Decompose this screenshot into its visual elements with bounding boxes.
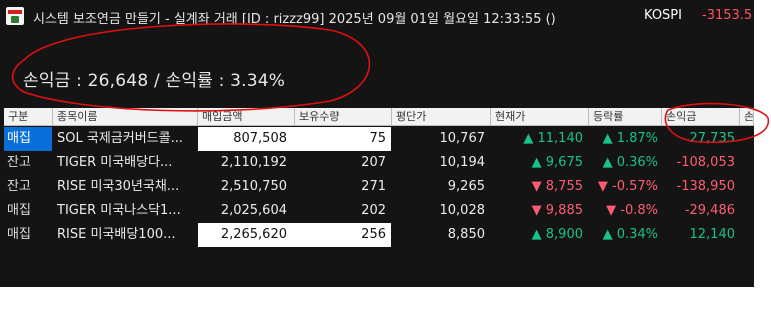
cell-name[interactable]: RISE 미국30년국채... xyxy=(53,175,198,199)
cell-avg-price[interactable]: 8,850 xyxy=(392,223,490,247)
window-title: 시스템 보조연금 만들기 - 실계좌 거래 [ID : rizzz99] 202… xyxy=(33,12,556,27)
header-type[interactable]: 구분 xyxy=(4,108,53,126)
cell-pnl[interactable]: -138,950 xyxy=(662,175,739,199)
profit-summary: 손익금 : 26,648 / 손익률 : 3.34% xyxy=(23,71,286,91)
table-row[interactable]: 잔고 TIGER 미국배당다... 2,110,192 207 10,194 ▲ 9,67… xyxy=(4,151,754,175)
app-icon xyxy=(6,7,24,25)
cell-quantity[interactable]: 256 xyxy=(295,223,391,247)
table-row[interactable]: 잔고 RISE 미국30년국채... 2,510,750 271 9,265 ▼ 8,75… xyxy=(4,175,754,199)
cell-quantity[interactable]: 75 xyxy=(295,127,391,151)
cell-current-price[interactable]: ▼ 8,755 xyxy=(491,175,588,199)
app-window: 시스템 보조연금 만들기 - 실계좌 거래 [ID : rizzz99] 202… xyxy=(0,0,754,287)
cell-type[interactable]: 매집 xyxy=(4,199,52,223)
header-name[interactable]: 종목이름 xyxy=(53,108,198,126)
cell-name[interactable]: TIGER 미국배당다... xyxy=(53,151,198,175)
cell-pnl[interactable]: 27,735 xyxy=(662,127,739,151)
cell-avg-price[interactable]: 9,265 xyxy=(392,175,490,199)
cell-pnl[interactable]: -29,486 xyxy=(662,199,739,223)
cell-avg-price[interactable]: 10,767 xyxy=(392,127,490,151)
cell-current-price[interactable]: ▲ 8,900 xyxy=(491,223,588,247)
cell-type[interactable]: 잔고 xyxy=(4,151,52,175)
header-pnl[interactable]: 손익금 xyxy=(662,108,740,126)
cell-buy-amount[interactable]: 2,110,192 xyxy=(198,151,295,175)
cell-buy-amount[interactable]: 2,510,750 xyxy=(198,175,295,199)
cell-current-price[interactable]: ▼ 9,885 xyxy=(491,199,588,223)
cell-change-rate[interactable]: ▲ 0.36% xyxy=(589,151,661,175)
cell-type[interactable]: 매집 xyxy=(4,127,52,151)
table-row[interactable]: 매집 RISE 미국배당100... 2,265,620 256 8,850 ▲ 8,90… xyxy=(4,223,754,247)
cell-quantity[interactable]: 271 xyxy=(295,175,391,199)
cell-quantity[interactable]: 202 xyxy=(295,199,391,223)
cell-pnl[interactable]: 12,140 xyxy=(662,223,739,247)
header-buy-amount[interactable]: 매입금액 xyxy=(198,108,295,126)
header-avg-price[interactable]: 평단가 xyxy=(392,108,491,126)
cell-change-rate[interactable]: ▼ -0.57% xyxy=(589,175,661,199)
cell-avg-price[interactable]: 10,194 xyxy=(392,151,490,175)
cell-quantity[interactable]: 207 xyxy=(295,151,391,175)
cell-change-rate[interactable]: ▲ 0.34% xyxy=(589,223,661,247)
cell-change-rate[interactable]: ▲ 1.87% xyxy=(589,127,661,151)
kospi-label: KOSPI xyxy=(644,8,682,23)
header-extra[interactable]: 손 xyxy=(740,108,754,126)
title-bar: 시스템 보조연금 만들기 - 실계좌 거래 [ID : rizzz99] 202… xyxy=(0,0,754,34)
cell-name[interactable]: RISE 미국배당100... xyxy=(53,223,198,247)
cell-change-rate[interactable]: ▼ -0.8% xyxy=(589,199,661,223)
cell-buy-amount[interactable]: 2,265,620 xyxy=(198,223,295,247)
header-quantity[interactable]: 보유수량 xyxy=(295,108,392,126)
cell-avg-price[interactable]: 10,028 xyxy=(392,199,490,223)
table-row[interactable]: 매집 SOL 국제금커버드콜... 807,508 75 10,767 ▲ 11,140 ▲… xyxy=(4,127,754,151)
header-current-price[interactable]: 현재가 xyxy=(491,108,589,126)
header-change-rate[interactable]: 등락률 xyxy=(589,108,662,126)
cell-name[interactable]: TIGER 미국나스닥1... xyxy=(53,199,198,223)
kospi-value: -3153.5 xyxy=(702,8,753,23)
cell-buy-amount[interactable]: 2,025,604 xyxy=(198,199,295,223)
cell-buy-amount[interactable]: 807,508 xyxy=(198,127,295,151)
cell-type[interactable]: 잔고 xyxy=(4,175,52,199)
cell-name[interactable]: SOL 국제금커버드콜... xyxy=(53,127,198,151)
cell-current-price[interactable]: ▲ 9,675 xyxy=(491,151,588,175)
table-row[interactable]: 매집 TIGER 미국나스닥1... 2,025,604 202 10,028 ▼ 9,8… xyxy=(4,199,754,223)
cell-current-price[interactable]: ▲ 11,140 xyxy=(491,127,588,151)
cell-pnl[interactable]: -108,053 xyxy=(662,151,739,175)
cell-type[interactable]: 매집 xyxy=(4,223,52,247)
